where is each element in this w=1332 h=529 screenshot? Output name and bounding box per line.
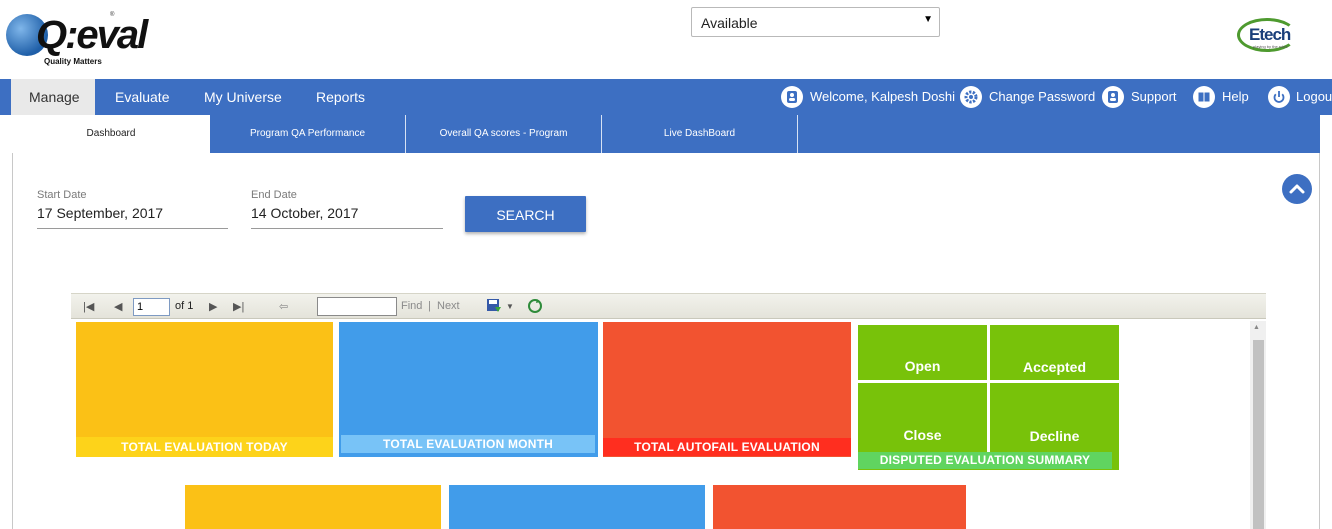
disputed-accepted[interactable]: Accepted: [990, 325, 1119, 380]
registered-mark: ®: [110, 12, 115, 18]
toolbar-divider: |: [428, 300, 431, 312]
tile-caption: TOTAL AUTOFAIL EVALUATION: [603, 438, 851, 456]
book-icon: [1193, 86, 1215, 108]
refresh-icon[interactable]: [527, 298, 543, 314]
first-page-icon[interactable]: |◀: [83, 300, 94, 313]
scroll-up-arrow-icon[interactable]: ▲: [1253, 324, 1260, 331]
etech-logo: Etech playing by the rules: [1235, 16, 1301, 56]
power-icon: [1268, 86, 1290, 108]
qeval-logo[interactable]: Q:eval Quality Matters ®: [6, 8, 148, 68]
disputed-open[interactable]: Open: [858, 325, 987, 380]
next-page-icon[interactable]: ▶: [209, 300, 217, 313]
help-link[interactable]: Help: [1222, 79, 1249, 115]
availability-selected: Available: [701, 15, 758, 31]
previous-page-icon[interactable]: ◀: [114, 300, 122, 313]
tile-second-row-blue[interactable]: [449, 485, 705, 529]
logout-link[interactable]: Logout: [1296, 79, 1332, 115]
back-icon[interactable]: ⇦: [279, 300, 288, 313]
collapse-button[interactable]: [1282, 174, 1312, 204]
page-count: of 1: [175, 300, 194, 312]
availability-select[interactable]: Available ▼: [691, 7, 940, 37]
start-date-input[interactable]: 17 September, 2017: [37, 205, 163, 221]
start-date-label: Start Date: [37, 189, 87, 201]
report-toolbar: |◀ ◀ 1 of 1 ▶ ▶| ⇦ Find | Next ▼: [71, 293, 1266, 319]
chevron-up-icon: [1289, 184, 1305, 194]
tile-caption: DISPUTED EVALUATION SUMMARY: [858, 452, 1112, 469]
tab-dashboard[interactable]: Dashboard: [12, 115, 210, 153]
logo-word: Q:eval: [36, 13, 148, 57]
tile-disputed-evaluation-summary: Open Accepted Close Decline DISPUTED EVA…: [857, 322, 1119, 470]
scrollbar-thumb[interactable]: [1253, 340, 1264, 529]
tile-total-autofail-evaluation[interactable]: TOTAL AUTOFAIL EVALUATION: [603, 322, 851, 457]
start-date-underline: [37, 228, 228, 229]
etech-logo-tagline: playing by the rules: [1253, 44, 1288, 49]
tile-caption: TOTAL EVALUATION TODAY: [76, 437, 333, 457]
page-number-input[interactable]: 1: [133, 298, 170, 316]
end-date-label: End Date: [251, 189, 297, 201]
search-button[interactable]: SEARCH: [465, 196, 586, 232]
welcome-user[interactable]: Welcome, Kalpesh Doshi: [810, 79, 955, 115]
last-page-icon[interactable]: ▶|: [233, 300, 244, 313]
find-link[interactable]: Find: [401, 300, 422, 312]
tile-total-evaluation-month[interactable]: TOTAL EVALUATION MONTH: [339, 322, 598, 457]
gear-icon: [960, 86, 982, 108]
tile-second-row-yellow[interactable]: [185, 485, 441, 529]
end-date-underline: [251, 228, 443, 229]
main-nav: Manage Evaluate My Universe Reports Welc…: [0, 79, 1332, 115]
caret-down-icon: ▼: [923, 14, 933, 25]
user-icon: [781, 86, 803, 108]
app-header: Q:eval Quality Matters ® Available ▼ Ete…: [0, 0, 1332, 79]
next-link[interactable]: Next: [437, 300, 460, 312]
tile-second-row-red[interactable]: [713, 485, 966, 529]
nav-evaluate[interactable]: Evaluate: [115, 79, 169, 115]
export-dropdown-icon[interactable]: ▼: [506, 302, 514, 311]
end-date-input[interactable]: 14 October, 2017: [251, 205, 358, 221]
logo-tagline: Quality Matters: [44, 57, 102, 66]
tab-program-qa-performance[interactable]: Program QA Performance: [210, 115, 406, 153]
export-icon[interactable]: [486, 298, 502, 314]
tab-live-dashboard[interactable]: Live DashBoard: [602, 115, 798, 153]
disputed-decline[interactable]: Decline: [990, 383, 1119, 452]
qeval-dashboard: Q:eval Quality Matters ® Available ▼ Ete…: [0, 0, 1332, 529]
dashboard-subtabs: Dashboard Program QA Performance Overall…: [12, 115, 1320, 153]
change-password-link[interactable]: Change Password: [989, 79, 1095, 115]
find-input[interactable]: [317, 297, 397, 316]
tab-overall-qa-scores[interactable]: Overall QA scores - Program: [406, 115, 602, 153]
tile-total-evaluation-today[interactable]: TOTAL EVALUATION TODAY: [76, 322, 333, 457]
nav-manage[interactable]: Manage: [11, 79, 95, 115]
nav-reports[interactable]: Reports: [316, 79, 365, 115]
etech-logo-word: Etech: [1249, 25, 1291, 44]
tile-caption: TOTAL EVALUATION MONTH: [341, 435, 595, 453]
support-user-icon: [1102, 86, 1124, 108]
nav-my-universe[interactable]: My Universe: [204, 79, 282, 115]
disputed-close[interactable]: Close: [858, 383, 987, 452]
support-link[interactable]: Support: [1131, 79, 1177, 115]
